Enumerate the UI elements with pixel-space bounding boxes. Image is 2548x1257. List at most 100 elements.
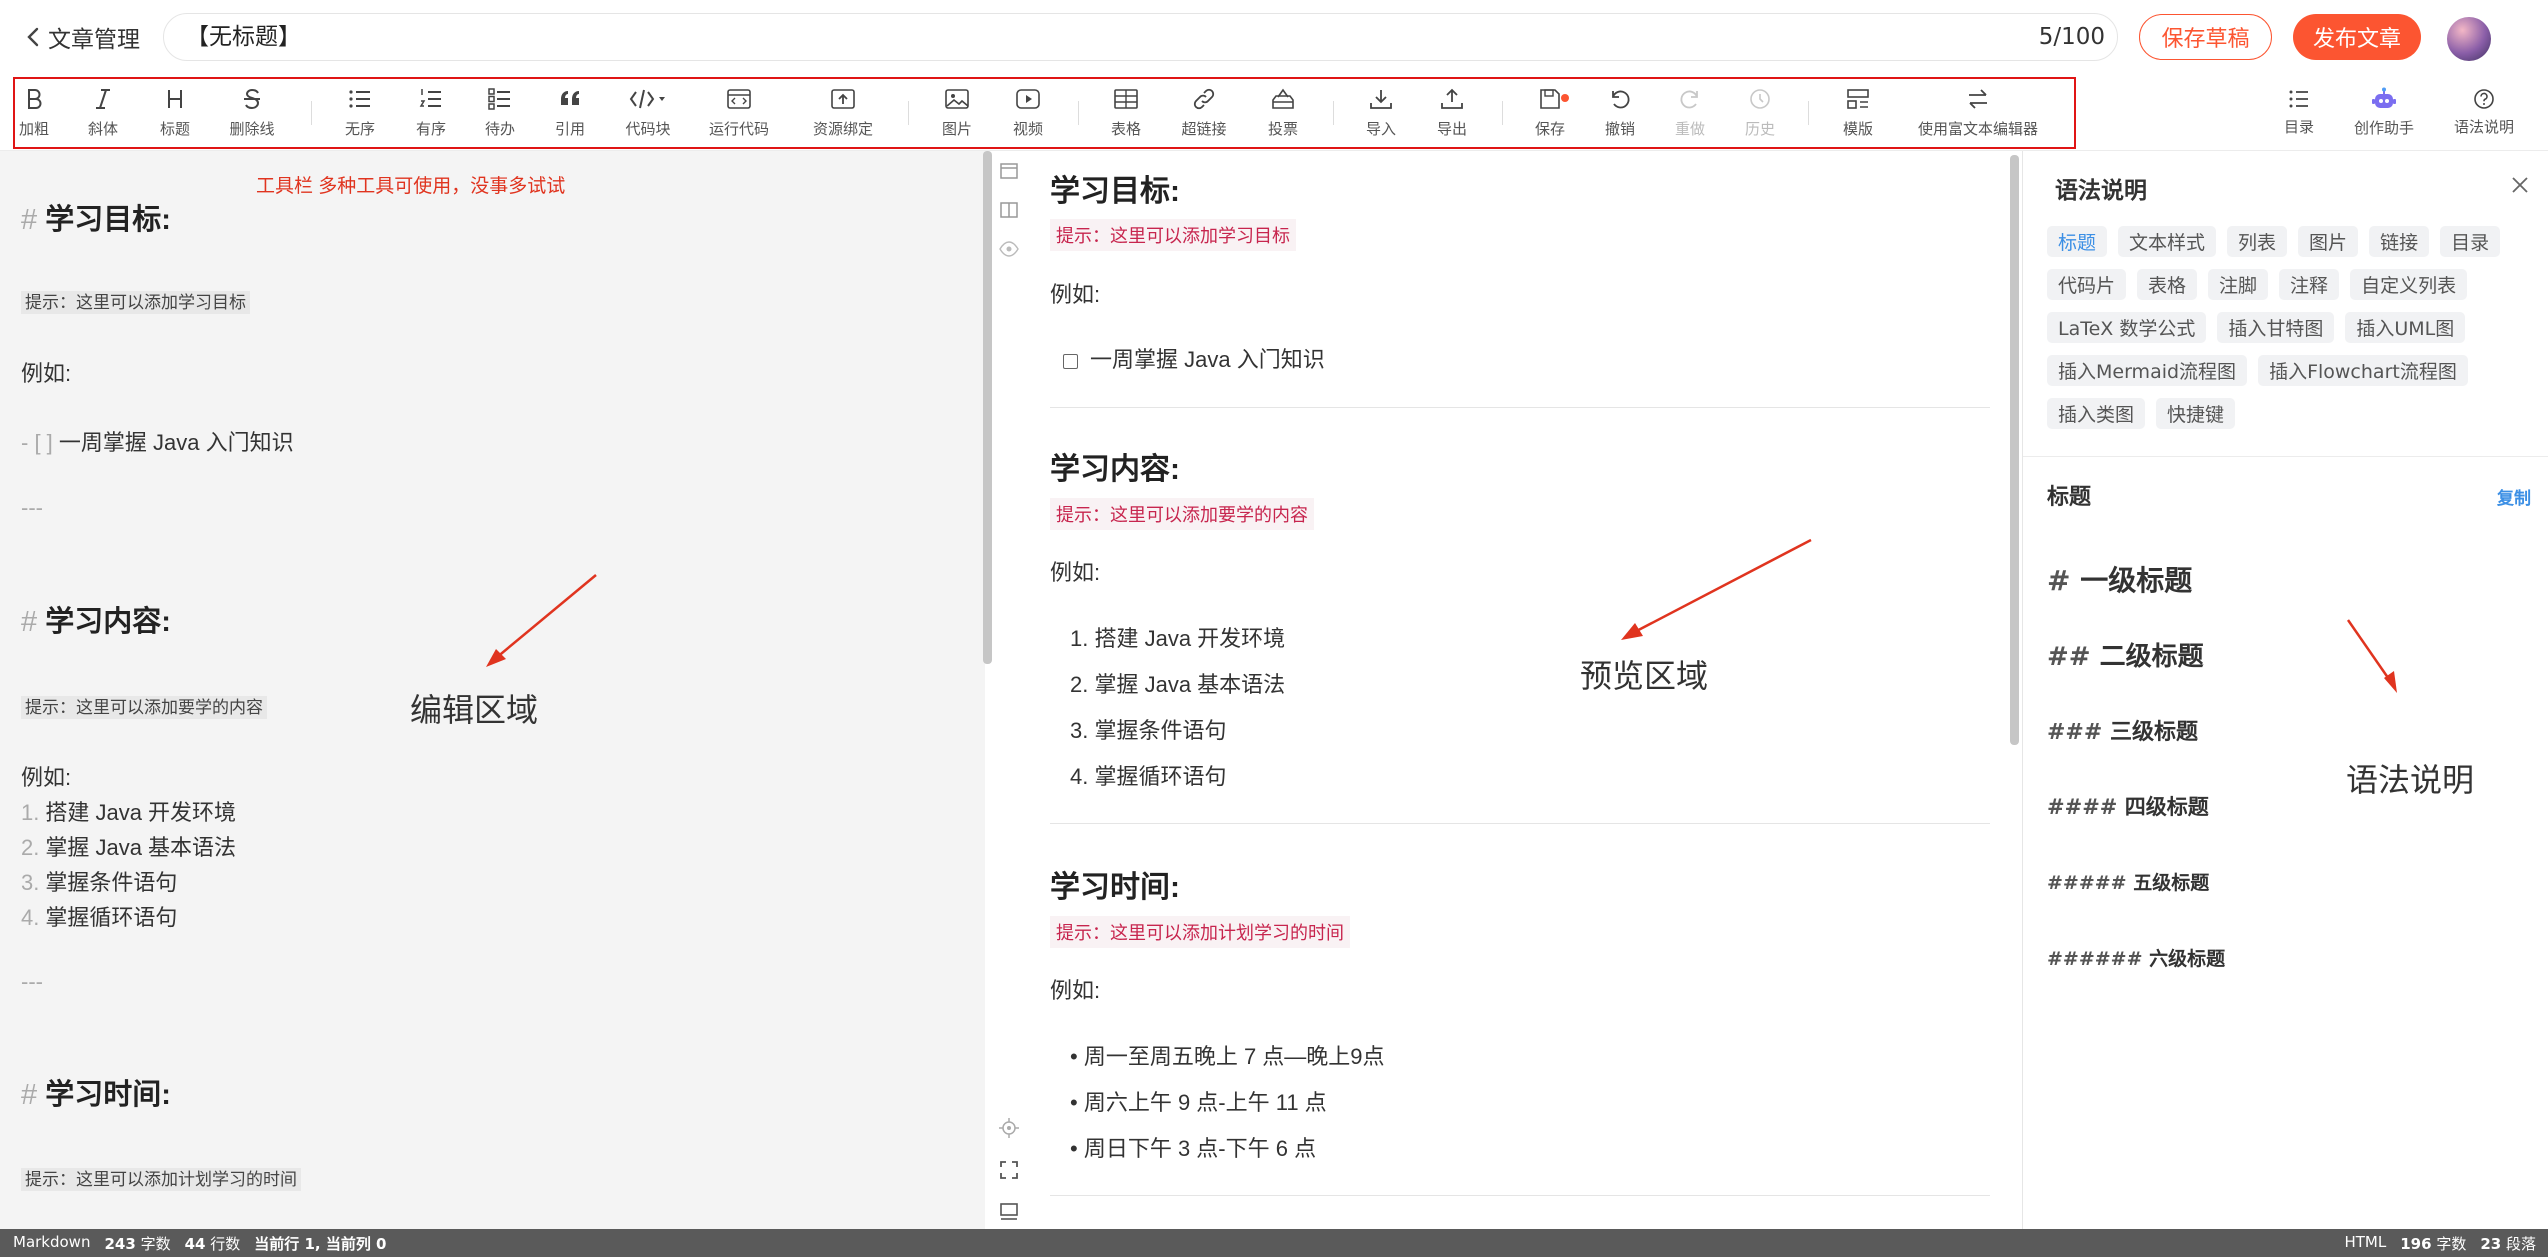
syntax-tag[interactable]: 注释 <box>2279 269 2340 300</box>
editor-list-text: 掌握 Java 基本语法 <box>45 835 237 860</box>
toolbar-history-button[interactable]: 历史 <box>1740 74 1780 151</box>
save-draft-button[interactable]: 保存草稿 <box>2139 14 2272 60</box>
status-bar: Markdown 243 字数 44 行数 当前行 1, 当前列 0 HTML … <box>0 1229 2548 1257</box>
preview-pane: 学习目标: 提示：这里可以添加学习目标 例如: 一周掌握 Java 入门知识 学… <box>1025 151 2017 1229</box>
save-icon <box>1537 86 1569 112</box>
preview-gutter <box>994 151 1025 1229</box>
syntax-tag[interactable]: 自定义列表 <box>2350 269 2468 300</box>
split-mode-icon[interactable] <box>999 200 1019 220</box>
status-mode: Markdown <box>13 1232 91 1251</box>
preview-annotation: 预览区域 <box>1580 658 1709 694</box>
status-unit: 段落 <box>2505 1234 2536 1253</box>
syntax-tag[interactable]: 列表 <box>2227 226 2288 257</box>
write-mode-icon[interactable] <box>999 161 1019 181</box>
toolbar-code-block-button[interactable]: 代码块 <box>620 74 676 151</box>
editor-tip: 提示：这里可以添加要学的内容 <box>21 696 267 719</box>
heading-icon <box>162 86 188 112</box>
editor-scrollbar[interactable] <box>983 151 992 664</box>
heading-example-text: 五级标题 <box>2133 872 2210 894</box>
syntax-tag[interactable]: 插入甘特图 <box>2217 312 2335 343</box>
syntax-tag[interactable]: 注脚 <box>2208 269 2269 300</box>
toolbar-label: 删除线 <box>229 120 275 138</box>
toolbar-bold-button[interactable]: 加粗 <box>14 74 54 151</box>
syntax-tag[interactable]: 图片 <box>2298 226 2359 257</box>
toolbar-strikethrough-button[interactable]: 删除线 <box>226 74 278 151</box>
editor-tip: 提示：这里可以添加计划学习的时间 <box>21 1168 301 1191</box>
preview-bullet-item: • 周一至周五晚上 7 点—晚上9点 <box>1070 1044 1385 1069</box>
syntax-tag[interactable]: 插入Mermaid流程图 <box>2047 355 2248 386</box>
preview-todo-text: 一周掌握 Java 入门知识 <box>1090 347 1325 372</box>
toolbar-import-button[interactable]: 导入 <box>1361 74 1401 151</box>
preview-arrow <box>1621 538 1812 640</box>
toolbar-ordered-list-button[interactable]: 有序 <box>411 74 451 151</box>
toolbar-heading-button[interactable]: 标题 <box>155 74 195 151</box>
checkbox[interactable] <box>1063 353 1078 369</box>
editor-text: 例如: <box>21 765 72 790</box>
publish-button[interactable]: 发布文章 <box>2293 14 2421 60</box>
preview-bullet-item: • 周日下午 3 点-下午 6 点 <box>1070 1136 1317 1161</box>
assistant-button[interactable]: 创作助手 <box>2344 74 2424 151</box>
chevron-left-icon <box>26 27 40 47</box>
syntax-tag[interactable]: 插入UML图 <box>2345 312 2466 343</box>
preview-scrollbar[interactable] <box>2010 155 2019 745</box>
syntax-tags: 标题 文本样式 列表 图片 链接 目录 代码片 表格 注脚 注释 自定义列表 L… <box>2047 226 2537 429</box>
toolbar-export-button[interactable]: 导出 <box>1432 74 1472 151</box>
syntax-help-button[interactable]: 语法说明 <box>2449 74 2519 151</box>
editor-text: 例如: <box>21 361 72 386</box>
toolbar-label: 投票 <box>1267 120 1298 138</box>
title-field[interactable]: 5/100 <box>163 13 2118 61</box>
markdown-editor[interactable]: 工具栏 多种工具可使用，没事多试试 # 学习目标: 提示：这里可以添加学习目标 … <box>0 151 985 1229</box>
toolbar-label: 有序 <box>415 120 446 138</box>
syntax-tag[interactable]: 插入Flowchart流程图 <box>2258 355 2468 386</box>
fullscreen-icon[interactable] <box>999 1160 1019 1180</box>
syntax-tag[interactable]: 链接 <box>2369 226 2430 257</box>
toolbar-todo-button[interactable]: 待办 <box>480 74 520 151</box>
syntax-arrow <box>2346 619 2397 693</box>
toolbar-label: 保存 <box>1534 120 1565 138</box>
toolbar-image-button[interactable]: 图片 <box>937 74 977 151</box>
syntax-annotation: 语法说明 <box>2346 761 2475 799</box>
syntax-tag[interactable]: 快捷键 <box>2156 398 2236 429</box>
link-icon <box>1191 86 1217 112</box>
syntax-tag[interactable]: LaTeX 数学公式 <box>2047 312 2207 343</box>
toolbar-label: 超链接 <box>1181 120 1227 138</box>
editor-list-text: 掌握循环语句 <box>45 905 178 930</box>
toolbar-quote-button[interactable]: 引用 <box>550 74 590 151</box>
toolbar-resource-bind-button[interactable]: 资源绑定 <box>808 74 878 151</box>
locate-icon[interactable] <box>999 1118 1019 1138</box>
back-button[interactable]: 文章管理 <box>26 20 140 54</box>
toolbar-vote-button[interactable]: 投票 <box>1263 74 1303 151</box>
toolbar-rich-text-switch-button[interactable]: 使用富文本编辑器 <box>1910 74 2046 151</box>
preview-hr <box>1050 823 1990 824</box>
avatar[interactable] <box>2447 17 2491 61</box>
heading-example-text: 一级标题 <box>2080 564 2193 597</box>
syntax-tag[interactable]: 标题 <box>2047 226 2108 257</box>
toc-icon <box>2288 88 2310 110</box>
toolbar-undo-button[interactable]: 撤销 <box>1600 74 1640 151</box>
toolbar-run-code-button[interactable]: 运行代码 <box>706 74 772 151</box>
copy-button[interactable]: 复制 <box>2497 484 2531 509</box>
toolbar-italic-button[interactable]: 斜体 <box>83 74 123 151</box>
heading-hash: # <box>2047 564 2071 597</box>
syntax-tag[interactable]: 插入类图 <box>2047 398 2146 429</box>
toolbar-table-button[interactable]: 表格 <box>1106 74 1146 151</box>
status-right: HTML 196 字数 23 段落 <box>2344 1233 2536 1254</box>
syntax-tag[interactable]: 表格 <box>2137 269 2198 300</box>
toolbar-unordered-list-button[interactable]: 无序 <box>340 74 380 151</box>
title-input[interactable] <box>186 14 1886 60</box>
toolbar-save-button[interactable]: 保存 <box>1530 74 1570 151</box>
syntax-tag[interactable]: 目录 <box>2440 226 2501 257</box>
toolbar-video-button[interactable]: 视频 <box>1008 74 1048 151</box>
syntax-tag[interactable]: 代码片 <box>2047 269 2127 300</box>
heading-hash: # <box>21 606 38 638</box>
close-icon[interactable] <box>2510 175 2530 195</box>
bold-icon <box>21 86 47 112</box>
toolbar-redo-button[interactable]: 重做 <box>1670 74 1710 151</box>
syntax-tag[interactable]: 文本样式 <box>2118 226 2217 257</box>
toolbar-link-button[interactable]: 超链接 <box>1178 74 1230 151</box>
preview-mode-icon[interactable] <box>999 239 1019 259</box>
syntax-heading-example: ### 三级标题 <box>2047 714 2198 746</box>
layout-icon[interactable] <box>999 1201 1019 1221</box>
toolbar-template-button[interactable]: 模版 <box>1838 74 1878 151</box>
toc-button[interactable]: 目录 <box>2279 74 2319 151</box>
